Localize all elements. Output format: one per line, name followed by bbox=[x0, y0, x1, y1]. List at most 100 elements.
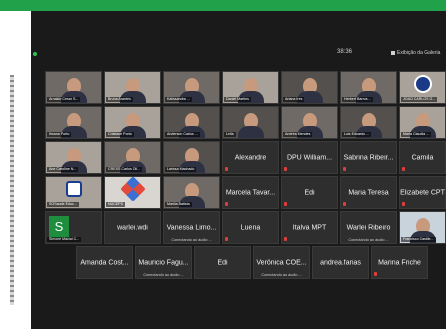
participant-label: Marilia Batista bbox=[165, 202, 192, 207]
participant-label: Andréa Mendes bbox=[283, 132, 313, 137]
participant-label: Ihsana Porto bbox=[47, 132, 72, 137]
participant-tile[interactable]: Italva MPT bbox=[281, 211, 338, 244]
participant-name: Sabrina Ribeir... bbox=[343, 154, 394, 161]
audio-status: Conectando ao áudio ... bbox=[261, 273, 302, 277]
participant-tile[interactable]: Herbert Barros... bbox=[340, 71, 397, 104]
muted-mic-icon bbox=[343, 202, 346, 206]
participant-tile[interactable]: Edi bbox=[281, 176, 338, 209]
audio-status: Conectando ao áudio ... bbox=[171, 238, 212, 242]
participant-tile[interactable]: Bruna Arantes bbox=[104, 71, 161, 104]
participant-tile[interactable]: Verônica COE... Conectando ao áudio ... bbox=[253, 246, 310, 279]
green-top-bar bbox=[0, 0, 446, 11]
participant-tile[interactable]: Marina Friche bbox=[371, 246, 428, 279]
audio-status: Conectando ao áudio ... bbox=[348, 238, 389, 242]
muted-mic-icon bbox=[225, 202, 228, 206]
participant-tile[interactable]: Anderson Carlos ... bbox=[163, 106, 220, 139]
participant-label: SOSaúde Educ... bbox=[47, 202, 79, 207]
muted-mic-icon bbox=[284, 202, 287, 206]
participant-tile[interactable]: Luena bbox=[222, 211, 279, 244]
participant-name: Marina Friche bbox=[378, 259, 421, 266]
participant-tile[interactable]: Ane Caroline N... bbox=[45, 141, 102, 174]
left-margin bbox=[0, 11, 30, 329]
participant-name: Maria Teresa bbox=[348, 189, 389, 196]
participant-tile[interactable]: andrea.farias bbox=[312, 246, 369, 279]
participant-label: Herbert Barros... bbox=[342, 97, 373, 102]
participant-tile[interactable]: Daniel Martins bbox=[222, 71, 279, 104]
participant-name: Amanda Cost... bbox=[80, 259, 129, 266]
muted-mic-icon bbox=[402, 167, 405, 171]
participant-name: Vanessa Limo... bbox=[166, 224, 217, 231]
participant-tile[interactable]: Maria Claudia ... bbox=[399, 106, 446, 139]
muted-mic-icon bbox=[402, 202, 405, 206]
participant-label: Anderson Carlos ... bbox=[165, 132, 200, 137]
muted-mic-icon bbox=[374, 272, 377, 276]
participant-tile[interactable]: Francisco Castile... bbox=[399, 211, 446, 244]
participant-tile[interactable]: Cristiane Porto bbox=[104, 106, 161, 139]
zoom-window: 38:36 Exibição da Galeria Arnaldo Cesar … bbox=[31, 11, 446, 329]
participant-tile[interactable]: Vanessa Limo... Conectando ao áudio ... bbox=[163, 211, 220, 244]
participant-label: Cristiane Porto bbox=[106, 132, 134, 137]
participant-tile[interactable]: Amanda Cost... bbox=[76, 246, 133, 279]
participant-tile[interactable]: Luis Eduardo ... bbox=[340, 106, 397, 139]
participant-tile[interactable]: Marilia Batista bbox=[163, 176, 220, 209]
participant-label: Simone Macial C... bbox=[47, 237, 82, 242]
gallery-view-button[interactable]: Exibição da Galeria bbox=[391, 48, 443, 58]
participant-tile[interactable]: DPU William... bbox=[281, 141, 338, 174]
participant-name: Alexandre bbox=[234, 154, 267, 161]
participant-tile[interactable]: Kalissandra ... bbox=[163, 71, 220, 104]
muted-mic-icon bbox=[225, 237, 228, 241]
participant-name: Verônica COE... bbox=[256, 259, 307, 266]
participant-avatar: S bbox=[49, 216, 69, 238]
participant-tile[interactable]: Leila bbox=[222, 106, 279, 139]
participant-label: Daniel Martins bbox=[224, 97, 251, 102]
muted-mic-icon bbox=[284, 237, 287, 241]
participant-tile[interactable]: Ariana Ires bbox=[281, 71, 338, 104]
participant-name: andrea.farias bbox=[320, 259, 361, 266]
participant-tile[interactable]: Edi bbox=[194, 246, 251, 279]
participant-tile[interactable]: Arnaldo Cesar S... bbox=[45, 71, 102, 104]
participant-tile[interactable]: Larissa Machado bbox=[163, 141, 220, 174]
participant-label: Larissa Machado bbox=[165, 167, 197, 172]
participant-tile[interactable]: Maria Teresa bbox=[340, 176, 397, 209]
participant-name: Warlei Ribeiro bbox=[346, 224, 391, 231]
participant-body bbox=[237, 126, 264, 138]
participant-tile[interactable]: Marcela Tavar... bbox=[222, 176, 279, 209]
participant-tile[interactable]: Alexandre bbox=[222, 141, 279, 174]
participant-label: Francisco Castile... bbox=[401, 237, 436, 242]
participant-tile[interactable]: Ihsana Porto bbox=[45, 106, 102, 139]
participant-tile[interactable]: Andréa Mendes bbox=[281, 106, 338, 139]
participant-tile[interactable]: Warlei Ribeiro Conectando ao áudio ... bbox=[340, 211, 397, 244]
participant-label: Ariana Ires bbox=[283, 97, 305, 102]
participant-tile[interactable]: S Simone Macial C... bbox=[45, 211, 102, 244]
participant-label: Bruna Arantes bbox=[106, 97, 133, 102]
institution-seal-icon bbox=[413, 75, 432, 93]
participant-label: JOAO CARLOS G... bbox=[401, 97, 438, 102]
participant-name: Edi bbox=[217, 259, 228, 266]
participant-name: Camila bbox=[411, 154, 434, 161]
participant-name: DPU William... bbox=[286, 154, 333, 161]
muted-mic-icon bbox=[343, 167, 346, 171]
participant-tile[interactable]: SOSaúde Educ... bbox=[45, 176, 102, 209]
participant-tile[interactable]: JOAO CARLOS G... bbox=[399, 71, 446, 104]
participant-label: Leila bbox=[224, 132, 236, 137]
participant-tile[interactable]: Elizabete CPT bbox=[399, 176, 446, 209]
participant-name: Elizabete CPT bbox=[400, 189, 445, 196]
participant-tile[interactable]: CRESS Carlos Oli... bbox=[104, 141, 161, 174]
participant-tile[interactable]: Sabrina Ribeir... bbox=[340, 141, 397, 174]
organization-logo-icon bbox=[65, 181, 82, 197]
participant-tile[interactable]: Mauricio Fagu... Conectando ao áudio ... bbox=[135, 246, 192, 279]
zoom-header: 38:36 Exibição da Galeria bbox=[31, 47, 446, 61]
participant-name: warlei.wdi bbox=[117, 224, 148, 231]
participant-label: Maria Claudia ... bbox=[401, 132, 432, 137]
left-binding-strip bbox=[10, 75, 14, 305]
participant-name: Mauricio Fagu... bbox=[138, 259, 189, 266]
security-indicator-icon bbox=[33, 52, 37, 56]
audio-status: Conectando ao áudio ... bbox=[143, 273, 184, 277]
muted-mic-icon bbox=[225, 167, 228, 171]
participant-tile[interactable]: Camila bbox=[399, 141, 446, 174]
participant-tile[interactable]: NUCEPS bbox=[104, 176, 161, 209]
participant-label: Ane Caroline N... bbox=[47, 167, 79, 172]
nuceps-logo-icon bbox=[119, 177, 146, 202]
participant-tile[interactable]: warlei.wdi bbox=[104, 211, 161, 244]
muted-mic-icon bbox=[284, 167, 287, 171]
